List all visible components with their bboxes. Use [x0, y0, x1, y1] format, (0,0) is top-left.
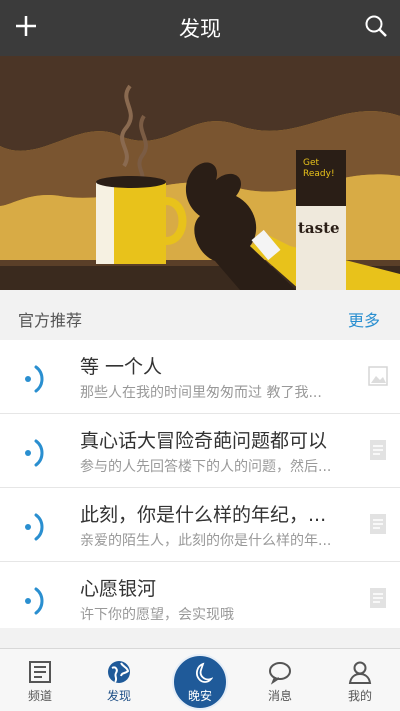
- tab-label: 我的: [347, 689, 372, 703]
- tab-channel[interactable]: 频道: [10, 655, 70, 711]
- person-icon: [330, 659, 390, 685]
- chat-bubble-icon: [250, 659, 310, 685]
- signal-icon: [20, 505, 60, 545]
- list-item[interactable]: 真心话大冒险奇葩问题都可以 参与的人先回答楼下的人的问题，然后...: [0, 414, 400, 488]
- add-icon[interactable]: [12, 12, 40, 40]
- tab-label: 晚安: [187, 689, 212, 703]
- page-title: 发现: [179, 17, 221, 41]
- tab-goodnight[interactable]: 晚安: [172, 654, 228, 710]
- item-desc: 那些人在我的时间里匆匆而过 教了我...: [80, 385, 322, 401]
- recommend-list: 等 一个人 那些人在我的时间里匆匆而过 教了我... 真心话大冒险奇葩问题都可以…: [0, 340, 400, 628]
- tab-label: 发现: [106, 689, 131, 703]
- tab-label: 频道: [27, 689, 52, 703]
- banner-image[interactable]: Get Ready! taste: [0, 56, 400, 290]
- document-icon: [368, 438, 388, 462]
- signal-icon: [20, 357, 60, 397]
- item-desc: 参与的人先回答楼下的人的问题，然后...: [80, 459, 332, 475]
- moon-icon: [189, 662, 214, 690]
- tab-me[interactable]: 我的: [330, 655, 390, 711]
- more-link[interactable]: 更多: [348, 307, 380, 331]
- signal-icon: [20, 431, 60, 471]
- signal-icon: [20, 579, 60, 619]
- list-item[interactable]: 此刻，你是什么样的年纪，... 亲爱的陌生人，此刻的你是什么样的年...: [0, 488, 400, 562]
- item-desc: 亲爱的陌生人，此刻的你是什么样的年...: [80, 533, 332, 549]
- item-title: 等 一个人: [80, 356, 163, 378]
- item-title: 真心话大冒险奇葩问题都可以: [80, 430, 328, 452]
- list-item[interactable]: 等 一个人 那些人在我的时间里匆匆而过 教了我...: [0, 340, 400, 414]
- card-small-text: Get Ready!: [303, 158, 335, 179]
- item-title: 心愿银河: [80, 578, 157, 600]
- item-title: 此刻，你是什么样的年纪，...: [80, 504, 327, 526]
- document-icon: [368, 512, 388, 536]
- search-icon[interactable]: [362, 12, 390, 40]
- tab-label: 消息: [267, 689, 292, 703]
- tab-discover[interactable]: 发现: [89, 655, 149, 711]
- section-header: 官方推荐 更多: [0, 298, 400, 340]
- globe-icon: [89, 659, 149, 685]
- tab-messages[interactable]: 消息: [250, 655, 310, 711]
- top-bar: 发现: [0, 0, 400, 56]
- card-brand-text: taste: [298, 219, 340, 237]
- list-item[interactable]: 心愿银河 许下你的愿望，会实现哦: [0, 562, 400, 628]
- channel-icon: [10, 659, 70, 685]
- image-thumb-icon: [368, 364, 388, 388]
- document-icon: [368, 586, 388, 610]
- section-title: 官方推荐: [18, 311, 83, 330]
- item-desc: 许下你的愿望，会实现哦: [80, 607, 234, 623]
